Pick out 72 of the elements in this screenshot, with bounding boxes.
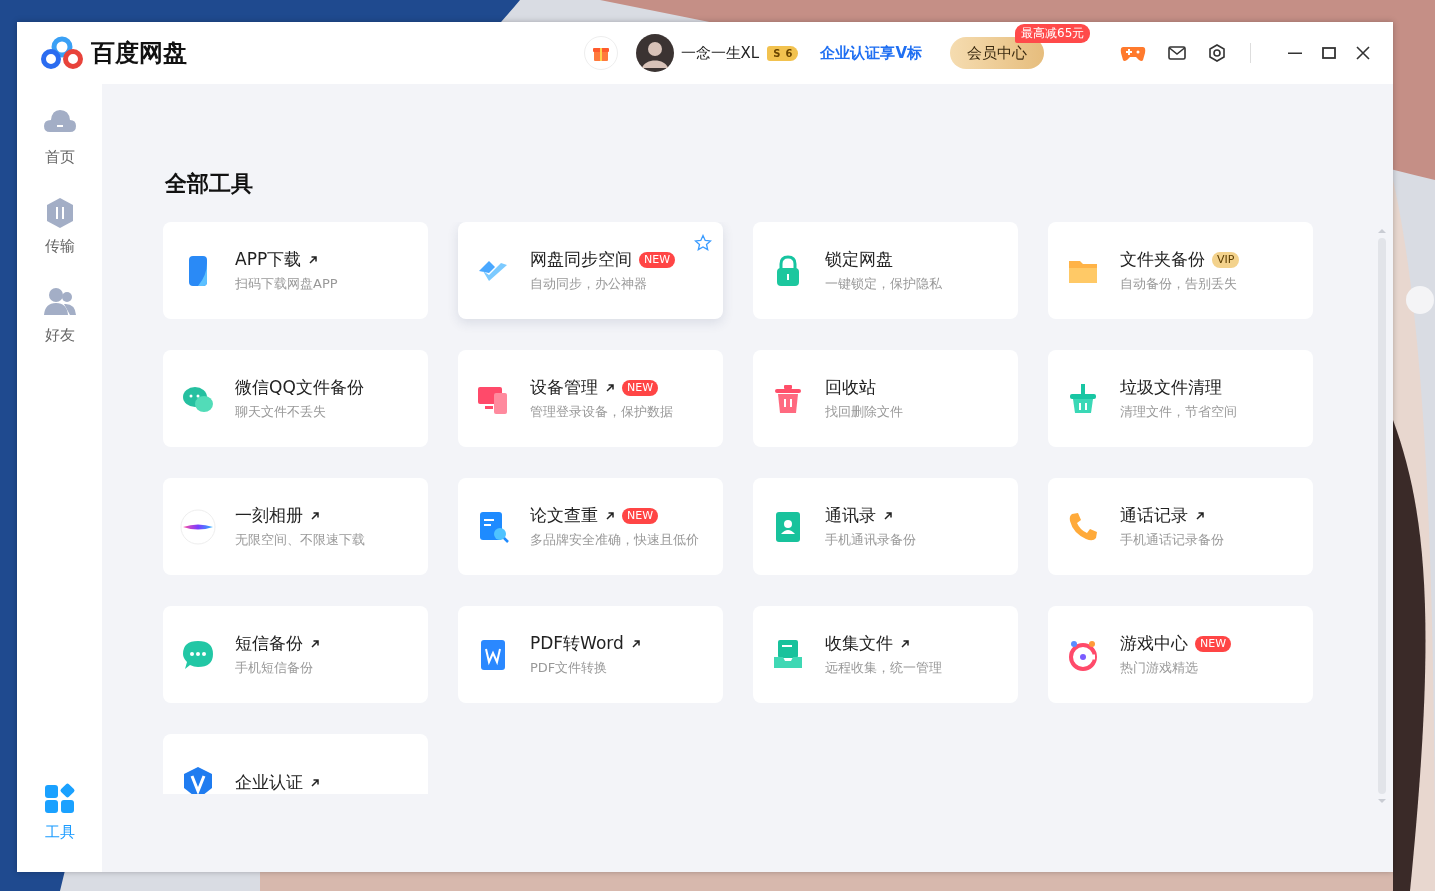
tool-description: 扫码下载网盘APP	[235, 275, 338, 293]
new-badge: NEW	[1195, 635, 1232, 652]
tool-card[interactable]: 通话记录 手机通话记录备份	[1048, 478, 1313, 575]
tool-card[interactable]: 企业认证	[163, 734, 428, 794]
tool-card[interactable]: 设备管理 NEW 管理登录设备，保护数据	[458, 350, 723, 447]
tool-description: 多品牌安全准确，快速且低价	[530, 531, 699, 549]
enterprise-link[interactable]: 企业认证享V标	[820, 43, 922, 63]
new-badge: NEW	[639, 251, 676, 268]
tool-title: 短信备份	[235, 632, 303, 655]
tool-description: 清理文件，节省空间	[1120, 403, 1237, 421]
scrollbar[interactable]	[1377, 228, 1387, 804]
tool-title: 回收站	[825, 376, 876, 399]
tool-card[interactable]: PDF转Word PDF文件转换	[458, 606, 723, 703]
tool-title: PDF转Word	[530, 632, 624, 655]
page-title: 全部工具	[165, 170, 254, 198]
vip-badge: VIP	[1212, 251, 1240, 268]
tool-title: 通讯录	[825, 504, 876, 527]
app-name: 百度网盘	[91, 38, 187, 69]
level-letter: S	[773, 47, 781, 59]
tool-description: 一键锁定，保护隐私	[825, 275, 942, 293]
tool-card[interactable]: 短信备份 手机短信备份	[163, 606, 428, 703]
tool-card[interactable]: 游戏中心 NEW 热门游戏精选	[1048, 606, 1313, 703]
star-icon[interactable]	[694, 234, 712, 252]
tool-card[interactable]: 锁定网盘 一键锁定，保护隐私	[753, 222, 1018, 319]
tool-title: 网盘同步空间	[530, 248, 632, 271]
level-number: 6	[785, 47, 793, 59]
tool-description: 手机通讯录备份	[825, 531, 916, 549]
tool-description: 找回删除文件	[825, 403, 903, 421]
logo-icon	[41, 36, 83, 70]
close-icon[interactable]	[1355, 45, 1371, 61]
avatar[interactable]	[635, 34, 674, 72]
tool-description: 聊天文件不丢失	[235, 403, 327, 421]
mail-icon[interactable]	[1168, 46, 1186, 60]
tool-card[interactable]: 微信QQ文件备份 聊天文件不丢失	[163, 350, 428, 447]
tool-title: 微信QQ文件备份	[235, 376, 364, 399]
tool-description: 手机短信备份	[235, 659, 314, 677]
tool-description: 自动同步，办公神器	[530, 275, 648, 293]
sidebar-item[interactable]: 传输	[41, 195, 78, 256]
tool-description: 自动备份，告别丢失	[1120, 275, 1238, 293]
tool-title: 文件夹备份	[1120, 248, 1205, 271]
tool-title: 垃圾文件清理	[1120, 376, 1222, 399]
tool-title: 论文查重	[530, 504, 598, 527]
tool-card[interactable]: 回收站 找回删除文件	[753, 350, 1018, 447]
sidebar-item[interactable]: 首页	[41, 106, 78, 167]
sidebar-item[interactable]: 好友	[41, 284, 78, 345]
new-badge: NEW	[622, 379, 659, 396]
tool-card[interactable]: 垃圾文件清理 清理文件，节省空间	[1048, 350, 1313, 447]
tool-description: 管理登录设备，保护数据	[530, 403, 673, 421]
tool-description: 手机通话记录备份	[1120, 531, 1224, 549]
tool-card[interactable]: APP下载 扫码下载网盘APP	[163, 222, 428, 319]
tool-title: APP下载	[235, 248, 302, 271]
tool-description: 无限空间、不限速下载	[235, 531, 365, 549]
swoosh-icon	[180, 508, 216, 545]
tool-card[interactable]: 通讯录 手机通讯录备份	[753, 478, 1018, 575]
tool-title: 设备管理	[530, 376, 598, 399]
tool-title: 通话记录	[1120, 504, 1188, 527]
tool-card[interactable]: 论文查重 NEW 多品牌安全准确，快速且低价	[458, 478, 723, 575]
tool-title: 锁定网盘	[825, 248, 893, 271]
tool-title: 收集文件	[825, 632, 893, 655]
tool-title: 一刻相册	[235, 504, 303, 527]
tool-description: 热门游戏精选	[1120, 659, 1199, 677]
tool-card[interactable]: 一刻相册 无限空间、不限速下载	[163, 478, 428, 575]
discount-badge: 最高减65元	[1015, 24, 1091, 43]
tool-description: PDF文件转换	[530, 659, 609, 677]
username: 一念一生XL	[680, 43, 760, 63]
tool-title: 游戏中心	[1120, 632, 1188, 655]
maximize-icon[interactable]	[1321, 45, 1337, 61]
tool-title: 企业认证	[235, 771, 303, 794]
tool-card[interactable]: 网盘同步空间 NEW 自动同步，办公神器	[458, 222, 723, 319]
settings-icon[interactable]	[1208, 44, 1226, 62]
new-badge: NEW	[622, 507, 659, 524]
tool-card[interactable]: 文件夹备份 VIP 自动备份，告别丢失	[1048, 222, 1313, 319]
